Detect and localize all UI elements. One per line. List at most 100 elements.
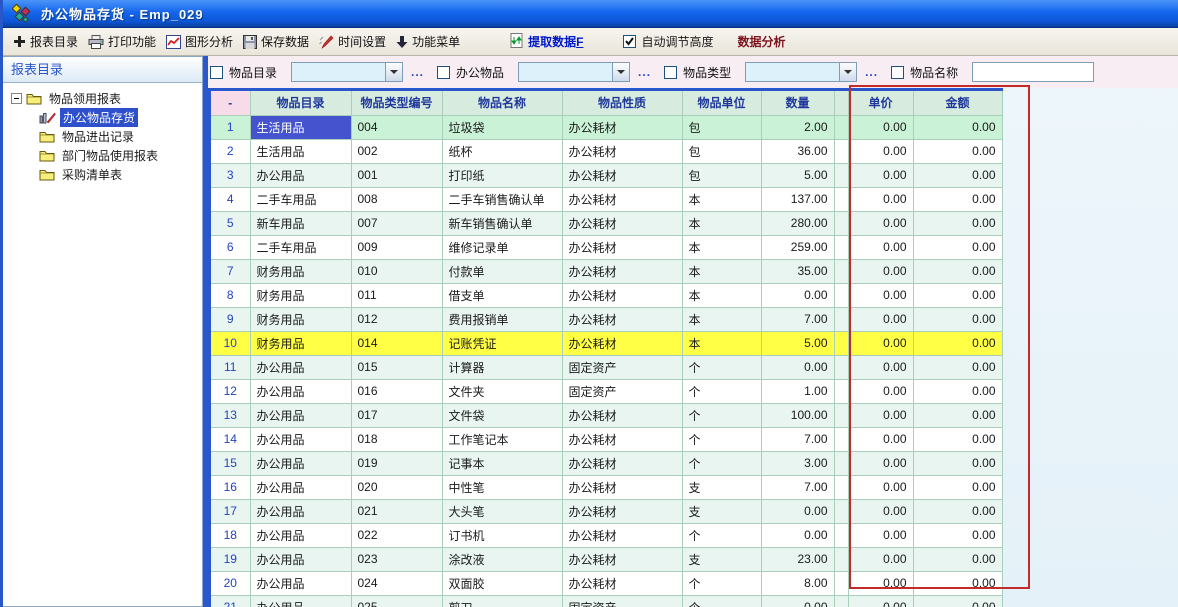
table-cell[interactable]: 280.00 xyxy=(761,211,834,235)
table-cell[interactable]: 本 xyxy=(682,307,761,331)
table-cell[interactable]: 0.00 xyxy=(913,451,1002,475)
table-cell[interactable]: 本 xyxy=(682,235,761,259)
table-cell[interactable] xyxy=(834,547,848,571)
table-cell[interactable]: 办公耗材 xyxy=(562,307,682,331)
table-cell[interactable]: 支 xyxy=(682,547,761,571)
table-cell[interactable]: 23.00 xyxy=(761,547,834,571)
table-cell[interactable]: 纸杯 xyxy=(442,139,562,163)
table-cell[interactable]: 支 xyxy=(682,475,761,499)
table-cell[interactable] xyxy=(834,379,848,403)
table-cell[interactable]: 0.00 xyxy=(913,115,1002,139)
column-header-spacer[interactable] xyxy=(834,91,848,115)
table-cell[interactable]: 0.00 xyxy=(848,235,913,259)
table-cell[interactable] xyxy=(834,427,848,451)
table-cell[interactable]: 固定资产 xyxy=(562,595,682,607)
table-cell[interactable]: 016 xyxy=(351,379,442,403)
table-cell[interactable]: 0.00 xyxy=(848,571,913,595)
row-number-cell[interactable]: 14 xyxy=(211,427,250,451)
table-cell[interactable]: 025 xyxy=(351,595,442,607)
table-cell[interactable]: 0.00 xyxy=(913,571,1002,595)
table-cell[interactable]: 办公用品 xyxy=(250,355,351,379)
table-cell[interactable]: 办公耗材 xyxy=(562,427,682,451)
table-cell[interactable]: 0.00 xyxy=(848,475,913,499)
table-cell[interactable]: 0.00 xyxy=(913,187,1002,211)
table-cell[interactable]: 双面胶 xyxy=(442,571,562,595)
table-cell[interactable]: 中性笔 xyxy=(442,475,562,499)
table-cell[interactable]: 个 xyxy=(682,571,761,595)
table-cell[interactable]: 0.00 xyxy=(913,523,1002,547)
table-cell[interactable]: 计算器 xyxy=(442,355,562,379)
tree-node-采购清单表[interactable]: 采购清单表 xyxy=(9,165,200,184)
column-header-物品类型编号[interactable]: 物品类型编号 xyxy=(351,91,442,115)
table-cell[interactable]: 017 xyxy=(351,403,442,427)
column-header-物品名称[interactable]: 物品名称 xyxy=(442,91,562,115)
table-cell[interactable]: 018 xyxy=(351,427,442,451)
table-cell[interactable] xyxy=(834,115,848,139)
table-cell[interactable]: 0.00 xyxy=(913,427,1002,451)
tree-node-物品进出记录[interactable]: 物品进出记录 xyxy=(9,127,200,146)
tree-node-部门物品使用报表[interactable]: 部门物品使用报表 xyxy=(9,146,200,165)
table-cell[interactable]: 0.00 xyxy=(848,403,913,427)
row-number-cell[interactable]: 16 xyxy=(211,475,250,499)
table-cell[interactable]: 8.00 xyxy=(761,571,834,595)
row-number-cell[interactable]: 19 xyxy=(211,547,250,571)
table-cell[interactable]: 0.00 xyxy=(848,187,913,211)
table-cell[interactable]: 办公用品 xyxy=(250,163,351,187)
table-cell[interactable]: 办公耗材 xyxy=(562,475,682,499)
filter-checkbox[interactable] xyxy=(210,66,223,79)
table-cell[interactable]: 7.00 xyxy=(761,427,834,451)
toolbar-button-打印功能[interactable]: 打印功能 xyxy=(84,31,162,52)
table-cell[interactable]: 二手车用品 xyxy=(250,235,351,259)
column-header--[interactable]: - xyxy=(211,91,250,115)
table-cell[interactable]: 0.00 xyxy=(848,355,913,379)
table-cell[interactable]: 办公耗材 xyxy=(562,259,682,283)
table-cell[interactable]: 0.00 xyxy=(761,523,834,547)
more-button[interactable]: ... xyxy=(411,65,424,79)
table-cell[interactable]: 7.00 xyxy=(761,307,834,331)
row-number-cell[interactable]: 20 xyxy=(211,571,250,595)
column-header-单价[interactable]: 单价 xyxy=(848,91,913,115)
table-cell[interactable]: 36.00 xyxy=(761,139,834,163)
table-cell[interactable]: 固定资产 xyxy=(562,355,682,379)
table-cell[interactable]: 包 xyxy=(682,139,761,163)
table-cell[interactable]: 0.00 xyxy=(913,139,1002,163)
filter-combobox[interactable] xyxy=(518,62,630,82)
auto-height-toggle[interactable]: 自动调节高度 xyxy=(623,33,713,50)
tree-item-label[interactable]: 采购清单表 xyxy=(59,165,125,184)
column-header-物品单位[interactable]: 物品单位 xyxy=(682,91,761,115)
table-cell[interactable]: 财务用品 xyxy=(250,259,351,283)
chevron-down-icon[interactable] xyxy=(839,63,856,81)
row-number-cell[interactable]: 17 xyxy=(211,499,250,523)
table-cell[interactable]: 记账凭证 xyxy=(442,331,562,355)
table-row[interactable]: 13办公用品017文件袋办公耗材个100.000.000.00 xyxy=(211,403,1002,427)
table-cell[interactable]: 0.00 xyxy=(848,283,913,307)
table-cell[interactable]: 0.00 xyxy=(848,379,913,403)
table-cell[interactable]: 新车销售确认单 xyxy=(442,211,562,235)
table-cell[interactable]: 办公用品 xyxy=(250,451,351,475)
table-cell[interactable]: 001 xyxy=(351,163,442,187)
table-cell[interactable]: 019 xyxy=(351,451,442,475)
table-cell[interactable]: 004 xyxy=(351,115,442,139)
table-row[interactable]: 6二手车用品009维修记录单办公耗材本259.000.000.00 xyxy=(211,235,1002,259)
table-cell[interactable] xyxy=(834,235,848,259)
table-cell[interactable]: 014 xyxy=(351,331,442,355)
table-cell[interactable]: 办公耗材 xyxy=(562,571,682,595)
table-cell[interactable] xyxy=(834,523,848,547)
table-cell[interactable]: 5.00 xyxy=(761,163,834,187)
table-cell[interactable]: 0.00 xyxy=(848,547,913,571)
column-header-金额[interactable]: 金额 xyxy=(913,91,1002,115)
table-cell[interactable]: 1.00 xyxy=(761,379,834,403)
auto-height-checkbox[interactable] xyxy=(623,35,636,48)
table-cell[interactable]: 个 xyxy=(682,355,761,379)
data-analysis-button[interactable]: 数据分析 xyxy=(737,33,785,50)
table-row[interactable]: 4二手车用品008二手车销售确认单办公耗材本137.000.000.00 xyxy=(211,187,1002,211)
table-cell[interactable]: 008 xyxy=(351,187,442,211)
table-cell[interactable]: 0.00 xyxy=(848,307,913,331)
table-row[interactable]: 16办公用品020中性笔办公耗材支7.000.000.00 xyxy=(211,475,1002,499)
table-cell[interactable]: 0.00 xyxy=(848,451,913,475)
table-cell[interactable]: 生活用品 xyxy=(250,139,351,163)
table-cell[interactable]: 财务用品 xyxy=(250,283,351,307)
table-cell[interactable]: 文件袋 xyxy=(442,403,562,427)
table-cell[interactable]: 办公耗材 xyxy=(562,523,682,547)
table-cell[interactable] xyxy=(834,571,848,595)
